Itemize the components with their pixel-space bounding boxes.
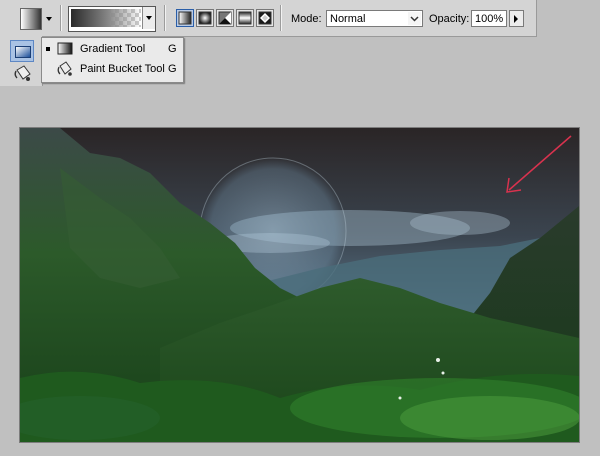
linear-gradient-button[interactable]	[176, 9, 194, 27]
gradient-dropdown-button[interactable]	[142, 7, 155, 29]
mode-select[interactable]: Normal	[326, 10, 423, 27]
separator	[280, 5, 282, 31]
chevron-right-icon	[514, 15, 518, 23]
gradient-picker[interactable]	[68, 6, 156, 32]
opacity-slider-button[interactable]	[509, 10, 524, 27]
options-bar: Mode: Normal Opacity: 100%	[0, 0, 537, 37]
paint-bucket-tool-menu-item[interactable]: Paint Bucket Tool G	[42, 59, 183, 78]
tool-flyout-menu: Gradient Tool G Paint Bucket Tool G	[41, 37, 184, 83]
reflected-gradient-icon	[238, 11, 252, 25]
chevron-down-icon	[146, 16, 152, 20]
opacity-input[interactable]: 100%	[471, 10, 507, 27]
diamond-gradient-icon	[258, 11, 272, 25]
radial-gradient-button[interactable]	[196, 9, 214, 27]
tool-preset-picker[interactable]	[20, 8, 42, 30]
preset-dropdown-arrow-icon[interactable]	[46, 17, 52, 21]
opacity-value: 100%	[475, 13, 504, 25]
gradient-tool-menu-item[interactable]: Gradient Tool G	[42, 39, 183, 58]
gradient-tool-icon	[15, 46, 31, 58]
menu-item-label: Gradient Tool	[80, 43, 146, 55]
menu-item-label: Paint Bucket Tool	[80, 63, 165, 75]
document-canvas[interactable]	[19, 127, 580, 443]
radial-gradient-icon	[198, 11, 212, 25]
mode-label: Mode:	[291, 13, 322, 25]
angle-gradient-icon	[218, 11, 232, 25]
landscape-photo	[20, 128, 579, 442]
separator	[60, 5, 62, 31]
paint-bucket-tool-button[interactable]	[12, 64, 34, 84]
mode-value: Normal	[330, 13, 366, 25]
angle-gradient-button[interactable]	[216, 9, 234, 27]
menu-item-shortcut: G	[168, 43, 177, 55]
gradient-tool-button[interactable]	[10, 40, 34, 62]
menu-item-shortcut: G	[168, 63, 177, 75]
selected-indicator	[46, 47, 50, 51]
opacity-label: Opacity:	[429, 13, 470, 25]
tools-panel	[0, 36, 43, 86]
linear-gradient-icon	[178, 11, 192, 25]
separator	[164, 5, 166, 31]
diamond-gradient-button[interactable]	[256, 9, 274, 27]
gradient-tool-icon	[56, 41, 74, 57]
paint-bucket-icon	[14, 65, 31, 81]
reflected-gradient-button[interactable]	[236, 9, 254, 27]
paint-bucket-icon	[56, 61, 74, 77]
chevron-down-icon	[408, 12, 421, 25]
gradient-preview[interactable]	[71, 9, 141, 27]
